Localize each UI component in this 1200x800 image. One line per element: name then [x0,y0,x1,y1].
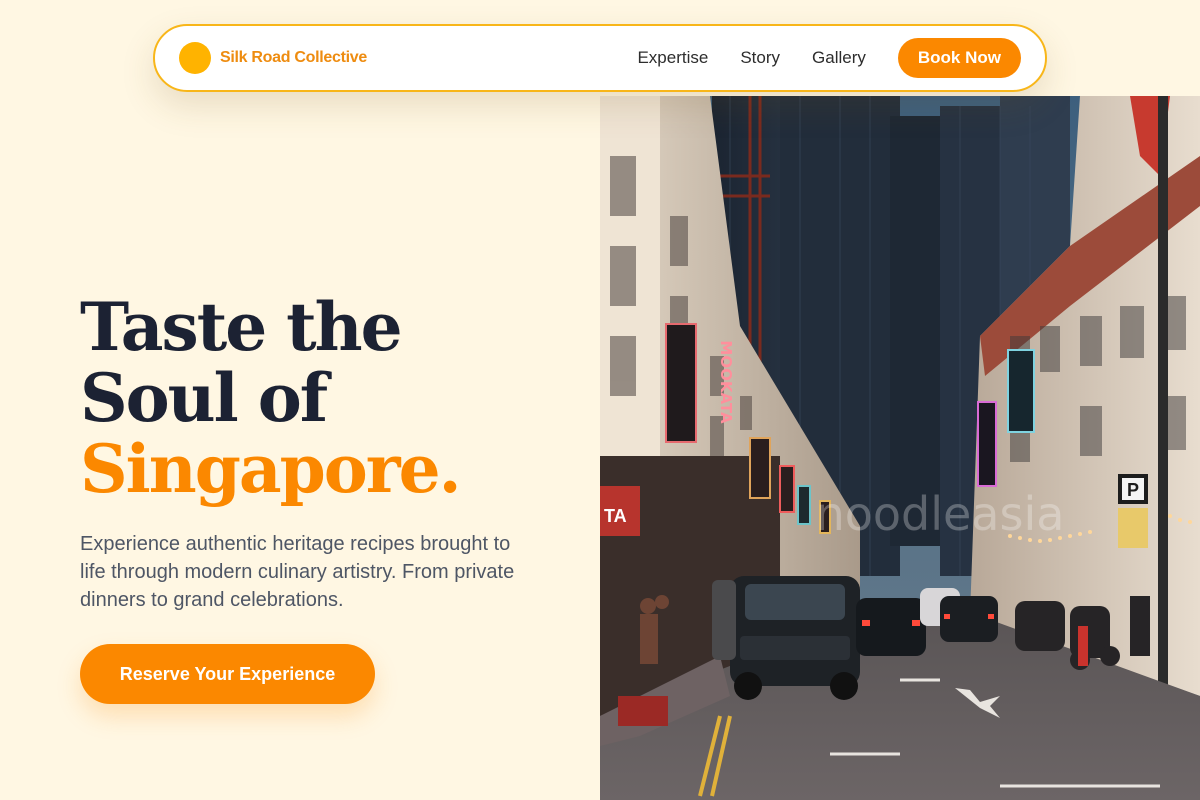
nav-link-expertise[interactable]: Expertise [637,48,708,68]
hero-title-line-2: Soul of [80,359,328,437]
brand-name[interactable]: Silk Road Collective [220,49,367,67]
nav-link-story[interactable]: Story [740,48,780,68]
hero-image: TA MOOKATA P noodleasia [600,96,1200,800]
book-now-button[interactable]: Book Now [897,38,1021,78]
hero-subtitle: Experience authentic heritage recipes br… [80,533,515,611]
image-watermark: noodleasia [816,487,1065,541]
svg-text:TA: TA [604,506,627,526]
street-scene-illustration: TA MOOKATA P noodleasia [600,96,1200,800]
nav-links: Expertise Story Gallery [637,48,865,68]
mookata-sign: MOOKATA [717,340,735,424]
nav-link-gallery[interactable]: Gallery [812,48,866,68]
hero-title: Taste the Soul of Singapore. [80,292,560,505]
logo-icon[interactable] [179,42,211,74]
hero-title-accent: Singapore. [80,430,462,508]
reserve-experience-button[interactable]: Reserve Your Experience [80,644,375,704]
top-nav: Silk Road Collective Expertise Story Gal… [153,24,1047,92]
parking-sign: P [1127,480,1139,500]
hero-title-line-1: Taste the [80,288,403,366]
